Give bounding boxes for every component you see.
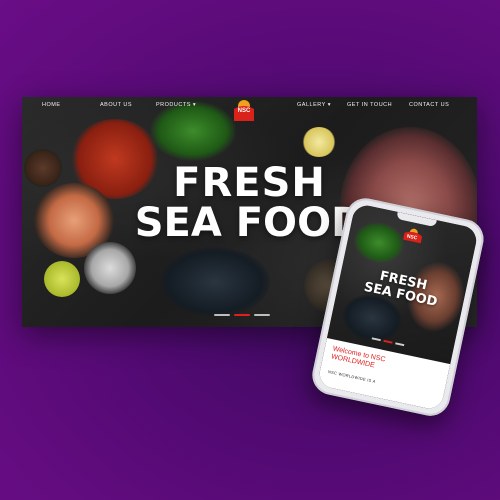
phone-slider-dot-3[interactable] <box>395 342 405 346</box>
nav-products[interactable]: PRODUCTS ▾ <box>156 102 196 108</box>
mussels-decoration <box>160 247 270 317</box>
phone-screen: NSC FRESH SEA FOOD Welcome to NSC WORLDW… <box>316 202 479 412</box>
lemon-decoration <box>44 261 80 297</box>
phone-herbs-decoration <box>350 217 408 268</box>
phone-hero: NSC FRESH SEA FOOD <box>326 202 479 365</box>
logo-text: NSC <box>237 108 251 114</box>
welcome-subtitle: NSC WORLDWIDE IS A <box>327 368 377 385</box>
nav-home[interactable]: HOME <box>42 102 61 108</box>
phone-logo[interactable]: NSC <box>401 226 425 244</box>
lemon-slice-decoration <box>302 127 336 157</box>
phone-slider-dot-2-active[interactable] <box>383 339 393 344</box>
nav-get-in-touch[interactable]: GET IN TOUCH <box>347 102 392 108</box>
nav-about-us[interactable]: ABOUT US <box>100 102 132 108</box>
hero-line-fresh: FRESH <box>173 160 326 206</box>
salt-bowl-decoration <box>84 242 136 294</box>
slider-dot-1[interactable] <box>214 314 230 316</box>
slider-dot-3[interactable] <box>254 314 270 316</box>
nav-gallery[interactable]: GALLERY ▾ <box>297 102 331 108</box>
nsc-logo[interactable]: NSC <box>230 99 258 121</box>
welcome-heading: Welcome to NSC WORLDWIDE <box>330 345 386 372</box>
slider-dot-2-active[interactable] <box>234 314 250 316</box>
nav-contact-us[interactable]: CONTACT US <box>409 102 449 108</box>
